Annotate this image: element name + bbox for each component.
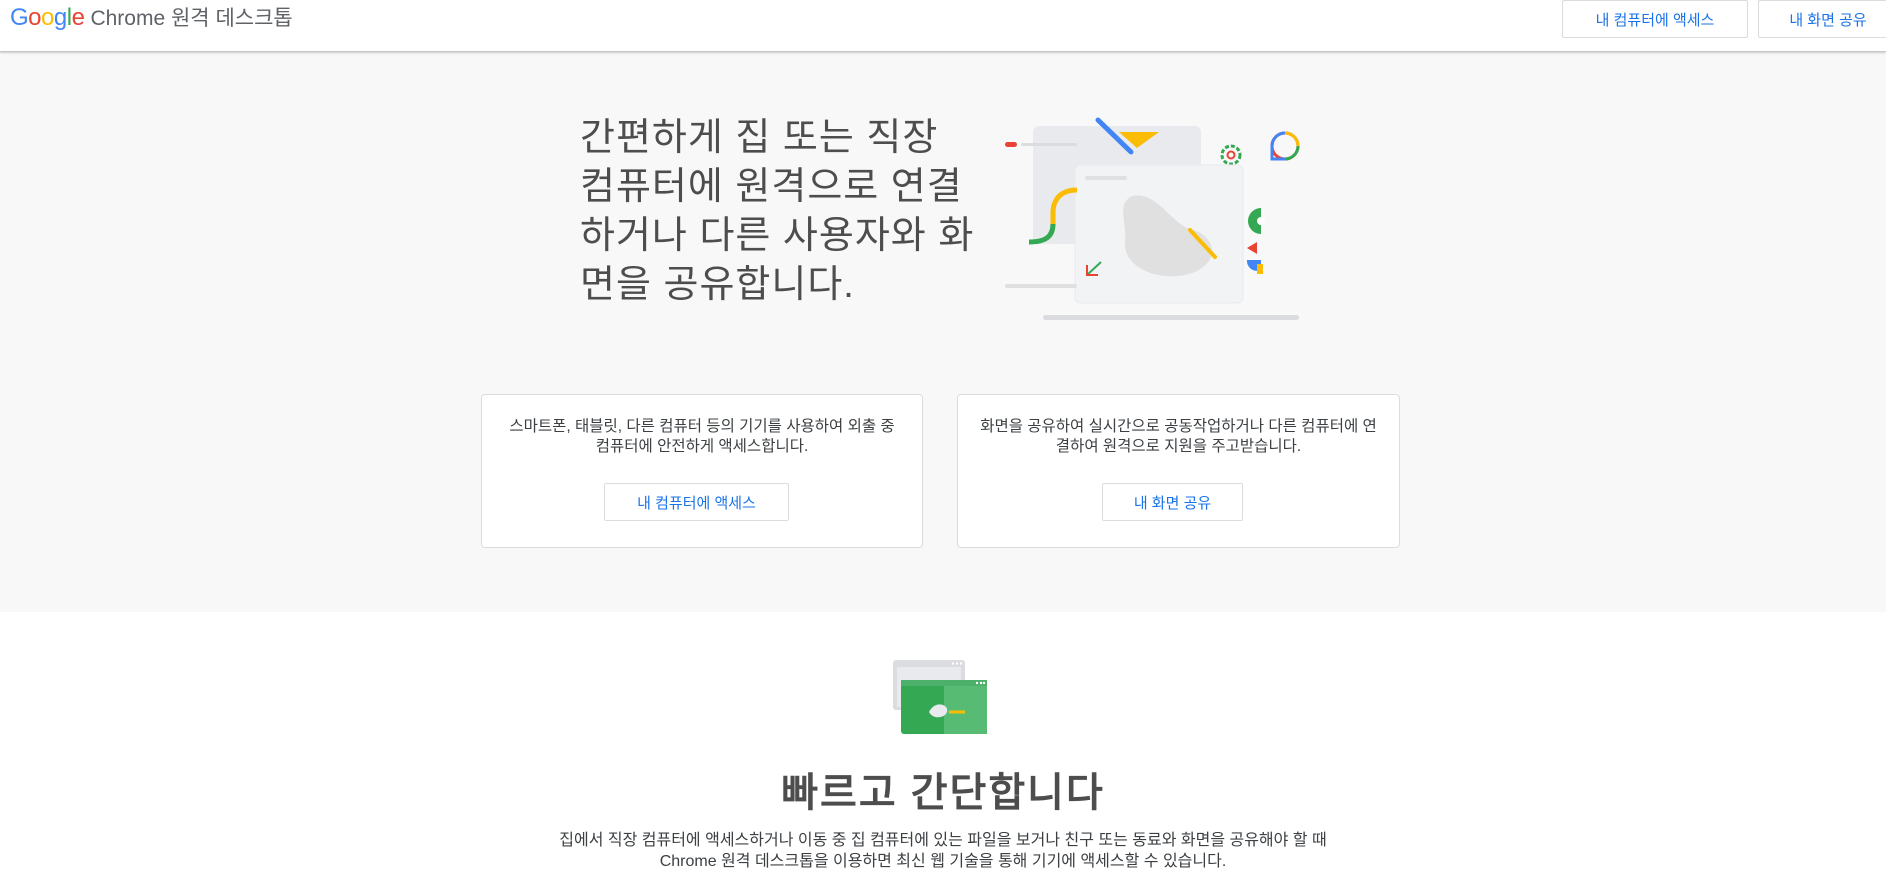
header-share-my-screen-button[interactable]: 내 화면 공유 [1758,0,1886,38]
remote-desktop-illustration-icon [1005,117,1300,320]
google-logo-icon: Google [10,4,85,31]
share-card: 화면을 공유하여 실시간으로 공동작업하거나 다른 컴퓨터에 연결하여 원격으로… [957,394,1400,548]
product-name: Chrome 원격 데스크톱 [90,7,293,30]
feature-description: 집에서 직장 컴퓨터에 액세스하거나 이동 중 집 컴퓨터에 있는 파일을 보거… [559,832,1327,870]
top-header: Google Chrome 원격 데스크톱 내 컴퓨터에 액세스 내 화면 공유 [0,0,1886,52]
share-card-description: 화면을 공유하여 실시간으로 공동작업하거나 다른 컴퓨터에 연결하여 원격으로… [980,418,1377,455]
header-access-my-computer-button[interactable]: 내 컴퓨터에 액세스 [1562,0,1748,38]
hero-section: 간편하게 집 또는 직장 컴퓨터에 원격으로 연결하거나 다른 사용자와 화면을… [0,52,1886,612]
screen-share-icon [893,660,987,734]
product-logo[interactable]: Google Chrome 원격 데스크톱 [10,2,293,32]
hero-title: 간편하게 집 또는 직장 컴퓨터에 원격으로 연결하거나 다른 사용자와 화면을… [580,117,975,306]
access-my-computer-button[interactable]: 내 컴퓨터에 액세스 [604,483,789,521]
feature-title: 빠르고 간단합니다 [781,771,1105,815]
share-my-screen-button[interactable]: 내 화면 공유 [1102,483,1243,521]
access-card-description: 스마트폰, 태블릿, 다른 컴퓨터 등의 기기를 사용하여 외출 중 컴퓨터에 … [509,418,895,455]
access-card: 스마트폰, 태블릿, 다른 컴퓨터 등의 기기를 사용하여 외출 중 컴퓨터에 … [481,394,923,548]
